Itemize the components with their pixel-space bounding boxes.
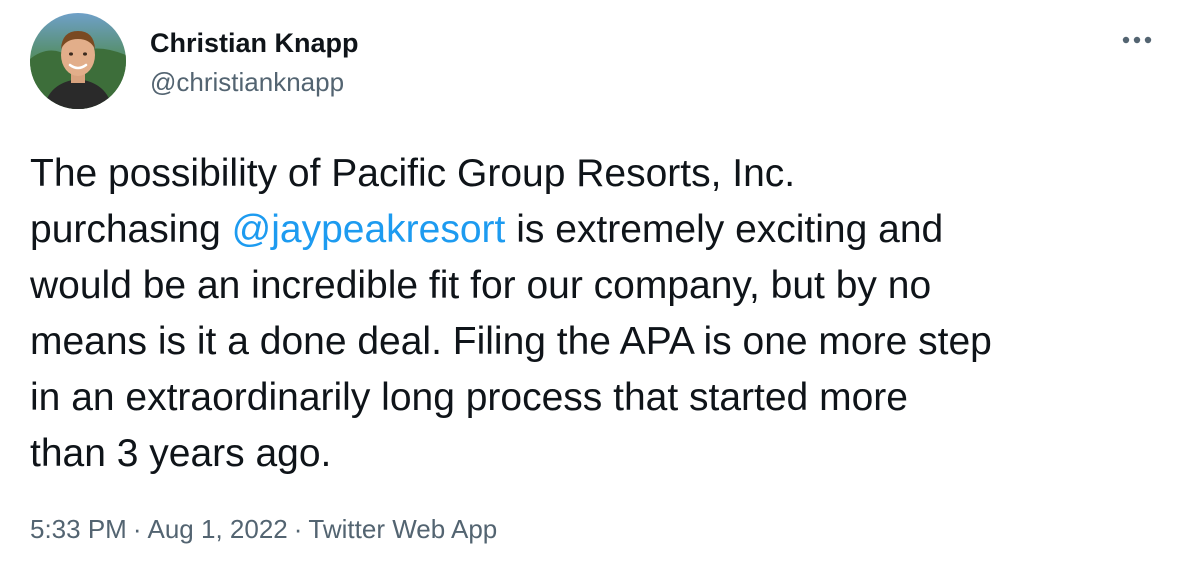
tweet-time[interactable]: 5:33 PM (30, 514, 127, 544)
tweet-card: Christian Knapp @christianknapp The poss… (0, 0, 1186, 578)
author-avatar[interactable] (30, 13, 126, 109)
tweet-line: in an extraordinarily long process that … (30, 376, 908, 419)
author-name[interactable]: Christian Knapp (150, 26, 359, 60)
more-horizontal-icon (1122, 36, 1152, 44)
meta-separator: · (132, 514, 142, 544)
profile-photo-icon (30, 13, 126, 109)
tweet-source[interactable]: Twitter Web App (308, 514, 497, 544)
tweet-line: The possibility of Pacific Group Resorts… (30, 152, 796, 195)
meta-separator: · (293, 514, 303, 544)
tweet-line: purchasing @jaypeakresort is extremely e… (30, 208, 944, 251)
tweet-line: means is it a done deal. Filing the APA … (30, 320, 992, 363)
more-options-button[interactable] (1116, 24, 1158, 56)
tweet-date[interactable]: Aug 1, 2022 (148, 514, 288, 544)
tweet-metadata: 5:33 PM · Aug 1, 2022 · Twitter Web App (30, 512, 497, 546)
tweet-text: The possibility of Pacific Group Resorts… (30, 146, 1170, 482)
author-handle[interactable]: @christianknapp (150, 66, 344, 98)
mention-link[interactable]: @jaypeakresort (232, 208, 506, 251)
tweet-line: than 3 years ago. (30, 432, 332, 475)
tweet-line: would be an incredible fit for our compa… (30, 264, 932, 307)
